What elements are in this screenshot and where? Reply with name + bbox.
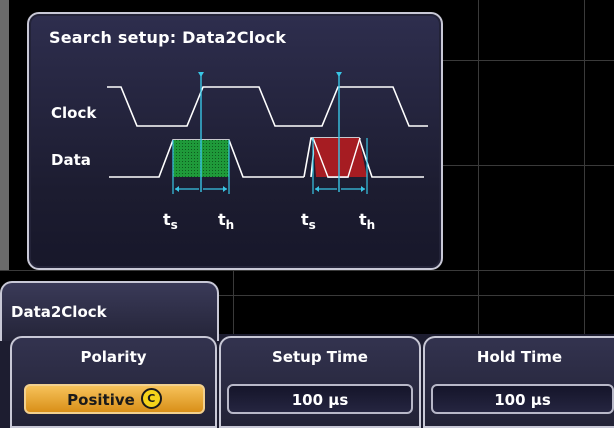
- triangle-down-icon: [336, 72, 342, 77]
- hold-time-value-field[interactable]: 100 µs: [431, 384, 614, 414]
- grid-line: [584, 0, 585, 334]
- grid-line: [219, 295, 614, 296]
- setup-time-label: ts: [301, 210, 316, 232]
- setup-time-softkey[interactable]: Setup Time 100 µs: [219, 336, 421, 428]
- grid-line: [478, 0, 479, 334]
- search-setup-dialog: Search setup: Data2Clock Clock Data ts t…: [27, 12, 443, 270]
- oscilloscope-screen: Search setup: Data2Clock Clock Data ts t…: [0, 0, 614, 428]
- grid-line: [443, 60, 614, 61]
- grid-line: [233, 270, 234, 334]
- timing-diagram: [107, 72, 428, 194]
- setup-time-label: ts: [163, 210, 178, 232]
- arrow-left-icon: [315, 186, 319, 192]
- hold-time-value: 100 µs: [494, 391, 551, 409]
- menu-tab-label: Data2Clock: [11, 303, 107, 321]
- menu-tab-data2clock[interactable]: Data2Clock: [0, 281, 219, 341]
- polarity-softkey[interactable]: Polarity Positive C: [10, 336, 217, 428]
- setup-time-value: 100 µs: [291, 391, 349, 409]
- arrow-right-icon: [223, 186, 227, 192]
- polarity-value-button[interactable]: Positive C: [24, 384, 205, 414]
- grid-line: [443, 165, 614, 166]
- setup-time-softkey-label: Setup Time: [272, 348, 368, 366]
- triangle-down-icon: [198, 72, 204, 77]
- screen-edge: [0, 0, 9, 270]
- polarity-value: Positive: [67, 391, 135, 409]
- clock-label: Clock: [51, 104, 97, 122]
- arrow-left-icon: [175, 186, 179, 192]
- data-label: Data: [51, 151, 91, 169]
- arrow-right-icon: [361, 186, 365, 192]
- hold-time-label: th: [218, 210, 235, 232]
- grid-line: [0, 270, 614, 271]
- setup-time-value-field[interactable]: 100 µs: [227, 384, 413, 414]
- hold-time-label: th: [359, 210, 376, 232]
- hold-time-softkey-label: Hold Time: [476, 348, 563, 366]
- clock-waveform: [107, 86, 428, 127]
- polarity-label: Polarity: [80, 348, 147, 366]
- hold-time-softkey[interactable]: Hold Time 100 µs: [423, 336, 614, 428]
- circle-c-icon: C: [140, 388, 162, 409]
